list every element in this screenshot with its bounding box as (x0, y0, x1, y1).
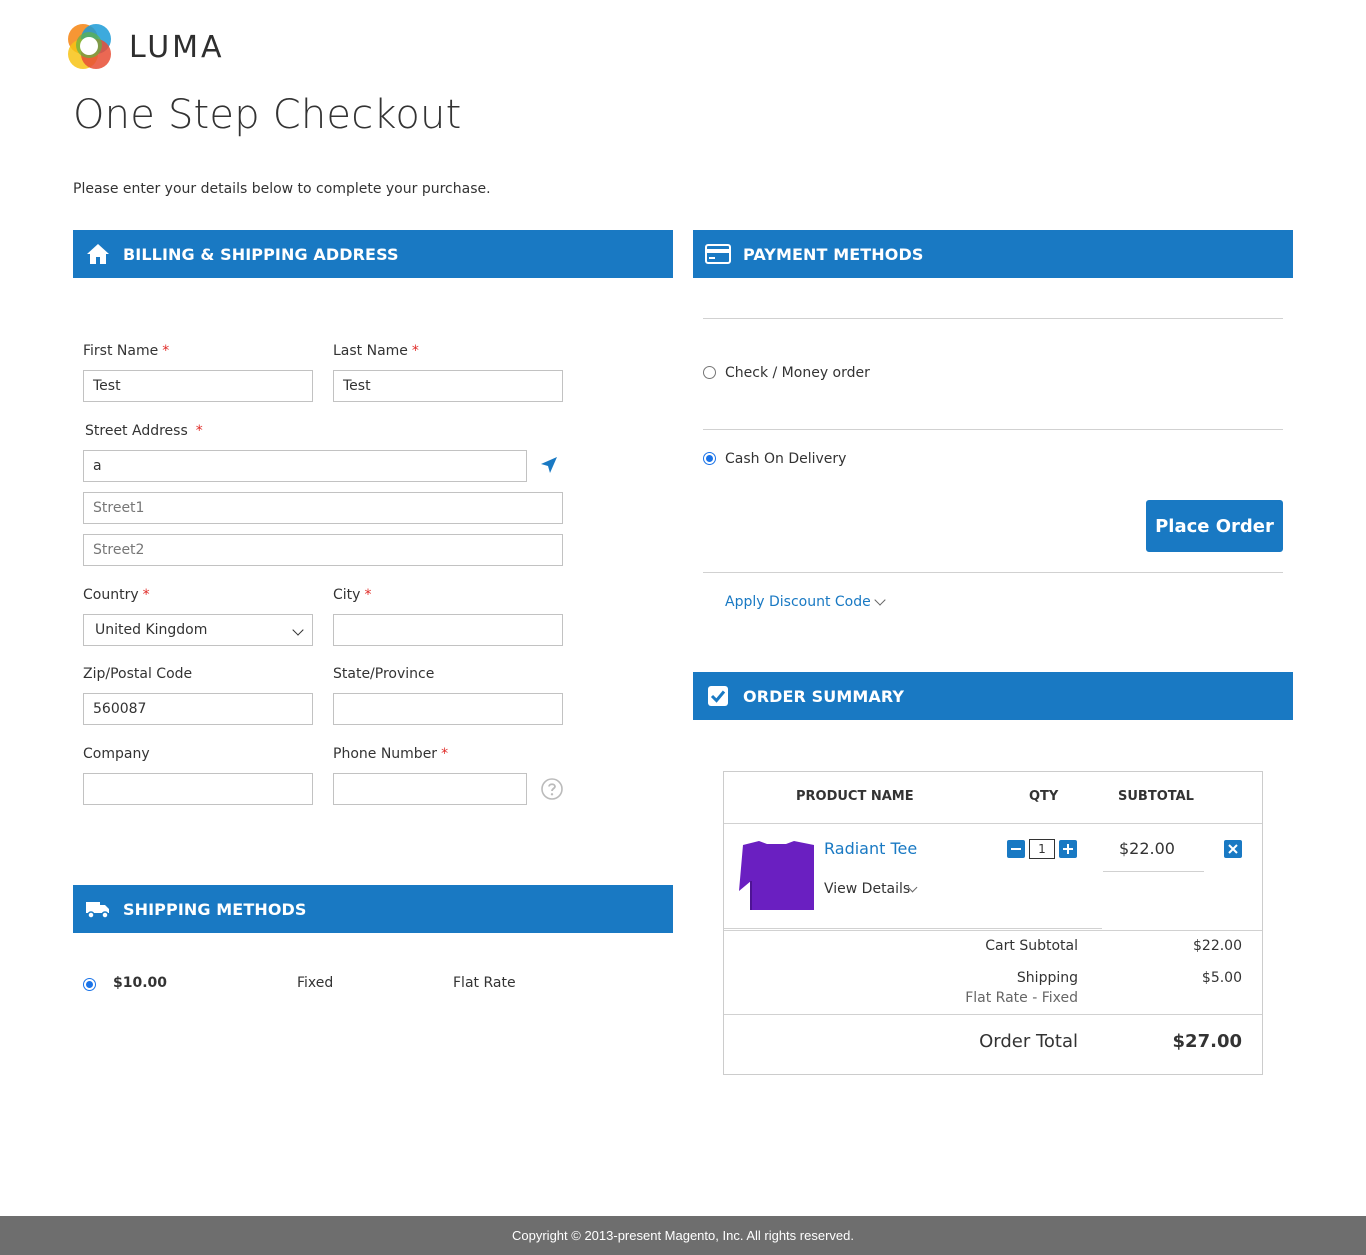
copyright-text: Copyright © 2013-present Magento, Inc. A… (512, 1228, 854, 1243)
payment-check-label[interactable]: Check / Money order (725, 365, 870, 381)
zip-input[interactable]: 560087 (83, 693, 313, 725)
order-total-value: $27.00 (1172, 1031, 1242, 1052)
street-line1-input[interactable]: a (83, 450, 527, 482)
required-mark: * (162, 343, 170, 359)
column-subtotal: SUBTOTAL (1118, 789, 1194, 804)
column-qty: QTY (1029, 789, 1059, 804)
location-arrow-icon[interactable] (540, 456, 558, 478)
summary-section-header: ORDER SUMMARY (693, 672, 1293, 720)
luma-logo-icon (63, 21, 115, 73)
first-name-label: First Name * (83, 343, 169, 359)
payment-cod-radio[interactable] (703, 452, 716, 465)
shipping-method-radio[interactable] (83, 978, 96, 991)
required-mark: * (441, 746, 449, 762)
country-select-value: United Kingdom (95, 622, 208, 638)
last-name-label-text: Last Name (333, 343, 408, 359)
required-mark: * (142, 587, 150, 603)
credit-card-icon (705, 241, 731, 267)
chevron-down-icon (292, 624, 304, 636)
divider (724, 1014, 1262, 1015)
remove-item-button[interactable] (1224, 840, 1242, 858)
shipping-method-label: Flat Rate - Fixed (965, 990, 1078, 1006)
payment-section-header: PAYMENT METHODS (693, 230, 1293, 278)
street-address-label: Street Address * (85, 423, 203, 439)
qty-increase-button[interactable] (1059, 840, 1077, 858)
shipping-label: Shipping (1016, 970, 1078, 986)
shipping-carrier: Flat Rate (453, 975, 516, 991)
street-line3-input[interactable]: Street2 (83, 534, 563, 566)
product-image[interactable] (739, 841, 814, 910)
last-name-label: Last Name * (333, 343, 419, 359)
required-mark: * (411, 343, 419, 359)
chevron-down-icon[interactable] (874, 594, 886, 606)
phone-label-text: Phone Number (333, 746, 438, 762)
item-subtotal: $22.00 (1119, 839, 1175, 858)
divider (703, 572, 1283, 573)
luma-logo[interactable]: LUMA (63, 20, 233, 74)
cart-subtotal-value: $22.00 (1193, 938, 1242, 954)
city-input[interactable] (333, 614, 563, 646)
billing-section-header: BILLING & SHIPPING ADDRESS (73, 230, 673, 278)
divider (703, 429, 1283, 430)
divider (724, 823, 1262, 824)
phone-label: Phone Number * (333, 746, 448, 762)
shipping-value: $5.00 (1201, 970, 1242, 986)
payment-section-title: PAYMENT METHODS (743, 244, 924, 264)
order-total-label: Order Total (979, 1031, 1078, 1052)
payment-cod-label[interactable]: Cash On Delivery (725, 451, 846, 467)
state-input[interactable] (333, 693, 563, 725)
required-mark: * (195, 423, 203, 439)
country-label-text: Country (83, 587, 139, 603)
first-name-label-text: First Name (83, 343, 159, 359)
divider (1103, 871, 1204, 872)
divider (724, 928, 1102, 929)
help-icon[interactable] (541, 778, 563, 804)
country-select[interactable]: United Kingdom (83, 614, 313, 646)
page-title: One Step Checkout (73, 92, 462, 138)
qty-decrease-button[interactable] (1007, 840, 1025, 858)
page-footer: Copyright © 2013-present Magento, Inc. A… (0, 1216, 1366, 1255)
phone-input[interactable] (333, 773, 527, 805)
shipping-section-header: SHIPPING METHODS (73, 885, 673, 933)
page-intro: Please enter your details below to compl… (73, 181, 491, 197)
luma-logo-text: LUMA (129, 29, 225, 65)
truck-icon (85, 896, 111, 922)
country-label: Country * (83, 587, 150, 603)
company-input[interactable] (83, 773, 313, 805)
required-mark: * (364, 587, 372, 603)
state-label: State/Province (333, 666, 435, 682)
payment-check-radio[interactable] (703, 366, 716, 379)
city-label-text: City (333, 587, 361, 603)
first-name-input[interactable]: Test (83, 370, 313, 402)
view-details-toggle[interactable]: View Details (824, 881, 910, 897)
last-name-input[interactable]: Test (333, 370, 563, 402)
product-name-link[interactable]: Radiant Tee (824, 839, 917, 858)
divider (724, 930, 1262, 931)
checkbox-icon (705, 683, 731, 709)
billing-section-title: BILLING & SHIPPING ADDRESS (123, 244, 399, 264)
summary-section-title: ORDER SUMMARY (743, 686, 905, 706)
shipping-type: Fixed (297, 975, 334, 991)
company-label: Company (83, 746, 150, 762)
column-product-name: PRODUCT NAME (796, 789, 914, 804)
divider (703, 318, 1283, 319)
street-address-label-text: Street Address (85, 423, 188, 439)
apply-discount-link[interactable]: Apply Discount Code (725, 594, 871, 610)
place-order-button[interactable]: Place Order (1146, 500, 1283, 552)
order-summary-table: PRODUCT NAME QTY SUBTOTAL Radiant Tee Vi… (723, 771, 1263, 1075)
home-icon (85, 241, 111, 267)
shipping-section-title: SHIPPING METHODS (123, 899, 307, 919)
city-label: City * (333, 587, 371, 603)
qty-input[interactable]: 1 (1029, 839, 1055, 859)
zip-label: Zip/Postal Code (83, 666, 193, 682)
shipping-price: $10.00 (113, 975, 168, 991)
cart-subtotal-label: Cart Subtotal (985, 938, 1078, 954)
street-line2-input[interactable]: Street1 (83, 492, 563, 524)
